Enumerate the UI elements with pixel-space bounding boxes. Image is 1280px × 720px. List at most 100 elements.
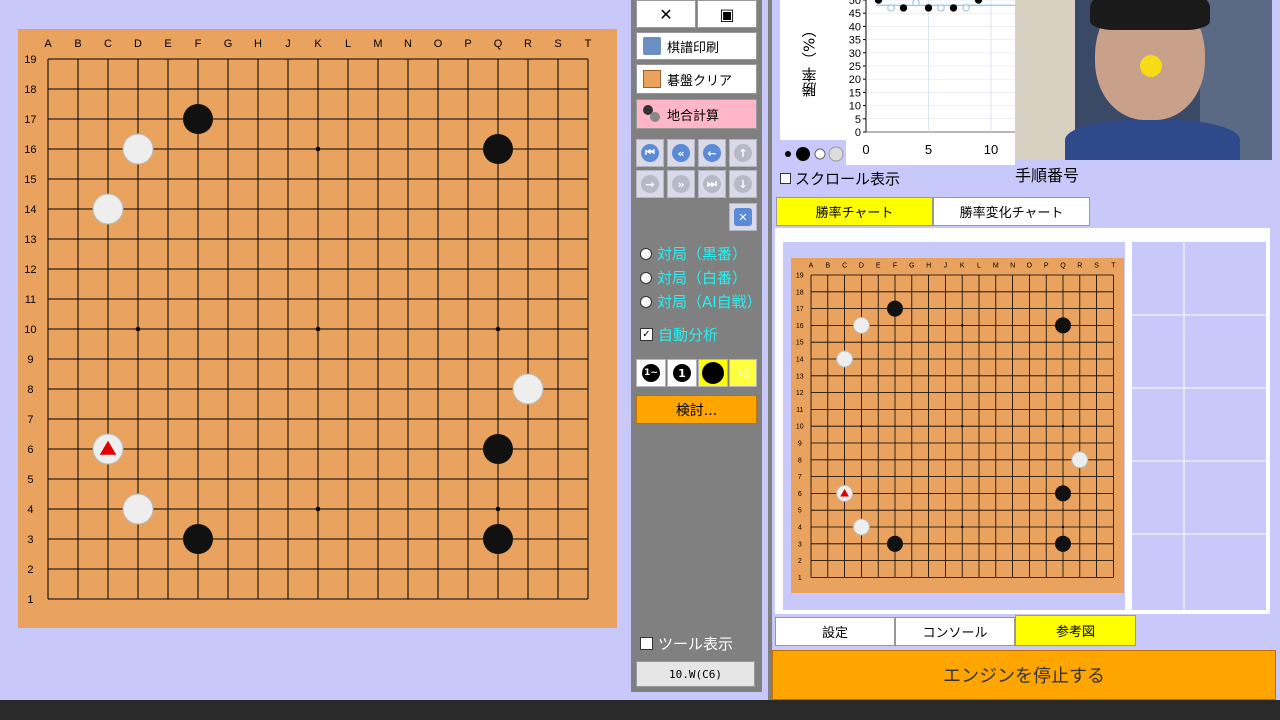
column-label: T bbox=[1111, 262, 1116, 269]
last-move-button[interactable]: ⏭ bbox=[698, 170, 726, 198]
back-one-button[interactable]: ← bbox=[698, 139, 726, 167]
review-button[interactable]: 検討... bbox=[636, 395, 757, 424]
radio-icon bbox=[640, 295, 652, 308]
person-hair bbox=[1090, 0, 1210, 30]
stone-legend bbox=[780, 140, 846, 165]
column-label: B bbox=[825, 262, 830, 269]
column-label: K bbox=[314, 38, 322, 50]
show-move-numbers-button[interactable]: 1~ bbox=[636, 359, 666, 387]
column-label: S bbox=[554, 38, 561, 50]
column-label: H bbox=[926, 262, 931, 269]
white-stone bbox=[852, 518, 870, 536]
white-stone-icon bbox=[814, 148, 826, 160]
variation-grid bbox=[1132, 242, 1266, 610]
radio-icon bbox=[640, 271, 652, 284]
up-arrow-icon: ↑ bbox=[734, 144, 752, 162]
row-label: 11 bbox=[796, 407, 803, 414]
printer-icon bbox=[643, 37, 661, 55]
column-label: O bbox=[434, 38, 443, 50]
black-win-point bbox=[974, 0, 983, 4]
down-button[interactable]: ↓ bbox=[729, 170, 757, 198]
save-tool-button[interactable]: ▣ bbox=[697, 0, 757, 28]
close-icon: ✕ bbox=[734, 208, 752, 226]
row-label: 1 bbox=[798, 575, 802, 582]
tab-win-chart[interactable]: 勝率チャート bbox=[776, 197, 933, 226]
auto-analysis-checkbox[interactable]: ✓ 自動分析 bbox=[640, 324, 718, 345]
y-tick-label: 35 bbox=[849, 35, 861, 47]
forward-end-icon: ⏭ bbox=[703, 175, 721, 193]
row-label: 19 bbox=[796, 272, 804, 279]
forward-ten-button[interactable]: » bbox=[667, 170, 695, 198]
scroll-display-checkbox[interactable]: スクロール表示 bbox=[780, 168, 900, 189]
column-label: F bbox=[195, 38, 202, 50]
star-point bbox=[495, 326, 501, 332]
clear-board-button[interactable]: 碁盤クリア bbox=[636, 64, 757, 94]
y-tick-label: 15 bbox=[849, 87, 861, 99]
board-icon bbox=[643, 70, 661, 88]
hide-numbers-button[interactable] bbox=[698, 359, 728, 387]
row-label: 4 bbox=[27, 504, 33, 516]
black-stone bbox=[1055, 317, 1071, 334]
game-white-option[interactable]: 対局（白番） bbox=[640, 267, 747, 288]
column-label: N bbox=[404, 38, 412, 50]
tab-settings[interactable]: 設定 bbox=[775, 617, 895, 646]
y-tick-label: 30 bbox=[849, 48, 861, 60]
row-label: 15 bbox=[796, 340, 804, 347]
row-label: 6 bbox=[27, 444, 33, 456]
reference-board[interactable]: A 19 B 18 C 17 D 16 E 15 F 14 G 13 H 12 J 11 K 10 L 9 M 8 N 7 O 6 P 5… bbox=[791, 258, 1124, 593]
black-stone bbox=[887, 300, 903, 317]
column-label: Q bbox=[494, 38, 503, 50]
tools-icon: ✕ bbox=[659, 4, 673, 24]
y-tick-label: 0 bbox=[855, 127, 861, 139]
row-label: 19 bbox=[24, 54, 36, 66]
column-label: Q bbox=[1060, 262, 1066, 269]
main-go-board[interactable]: A 19 B 18 C 17 D 16 E 15 F 14 G 13 H 12 J 11 K 10 L 9 M 8 N 7 O 6 P 5… bbox=[18, 29, 617, 628]
tab-reference[interactable]: 参考図 bbox=[1015, 615, 1136, 646]
column-label: J bbox=[944, 262, 948, 269]
y-tick-label: 45 bbox=[849, 8, 861, 20]
edit-tool-button[interactable]: ✕ bbox=[636, 0, 696, 28]
print-record-button[interactable]: 棋譜印刷 bbox=[636, 32, 757, 60]
tab-console[interactable]: コンソール bbox=[895, 617, 1015, 646]
back-ten-button[interactable]: « bbox=[667, 139, 695, 167]
close-variation-button[interactable]: ✕ bbox=[729, 203, 757, 231]
row-label: 18 bbox=[24, 84, 36, 96]
last-number-label: 1 bbox=[673, 364, 691, 382]
checkbox-icon bbox=[780, 173, 791, 184]
black-stone bbox=[1055, 535, 1071, 552]
game-black-option[interactable]: 対局（黒番） bbox=[640, 243, 747, 264]
white-win-point bbox=[962, 4, 970, 12]
up-button[interactable]: ↑ bbox=[729, 139, 757, 167]
star-point bbox=[860, 425, 863, 428]
status-field: 10.W(C6) bbox=[636, 661, 755, 687]
black-stone bbox=[483, 524, 513, 554]
show-last-number-button[interactable]: 1 bbox=[667, 359, 697, 387]
y-tick-label: 5 bbox=[855, 114, 861, 126]
black-stone bbox=[1055, 485, 1071, 502]
stop-engine-button[interactable]: エンジンを停止する bbox=[772, 650, 1276, 700]
black-stone bbox=[183, 524, 213, 554]
star-point bbox=[961, 425, 964, 428]
row-label: 8 bbox=[798, 457, 802, 464]
sound-button[interactable]: ◁ bbox=[729, 359, 757, 387]
black-win-point bbox=[899, 4, 908, 12]
reference-board-grid[interactable]: A19B18C17D16E15F14G13H12J11K10L9M8N7O6P5… bbox=[791, 258, 1124, 593]
board-grid[interactable]: A19B18C17D16E15F14G13H12J11K10L9M8N7O6P5… bbox=[18, 29, 617, 628]
game-ai-option[interactable]: 対局（AI自戦） bbox=[640, 291, 762, 312]
column-label: M bbox=[373, 38, 382, 50]
row-label: 12 bbox=[24, 264, 36, 276]
cursor-highlight bbox=[1140, 55, 1162, 77]
legend-radio-icon bbox=[785, 151, 791, 157]
bottom-strip bbox=[0, 700, 1280, 720]
first-move-button[interactable]: ⏮ bbox=[636, 139, 664, 167]
tab-win-change-chart[interactable]: 勝率変化チャート bbox=[933, 197, 1090, 226]
y-tick-label: 20 bbox=[849, 74, 861, 86]
column-label: A bbox=[809, 262, 814, 269]
row-label: 2 bbox=[27, 564, 33, 576]
star-point bbox=[495, 506, 501, 512]
row-label: 13 bbox=[24, 234, 36, 246]
forward-one-button[interactable]: → bbox=[636, 170, 664, 198]
radio-icon bbox=[640, 247, 652, 260]
score-count-button[interactable]: 地合計算 bbox=[636, 99, 757, 129]
tool-display-checkbox[interactable]: ツール表示 bbox=[640, 633, 733, 654]
